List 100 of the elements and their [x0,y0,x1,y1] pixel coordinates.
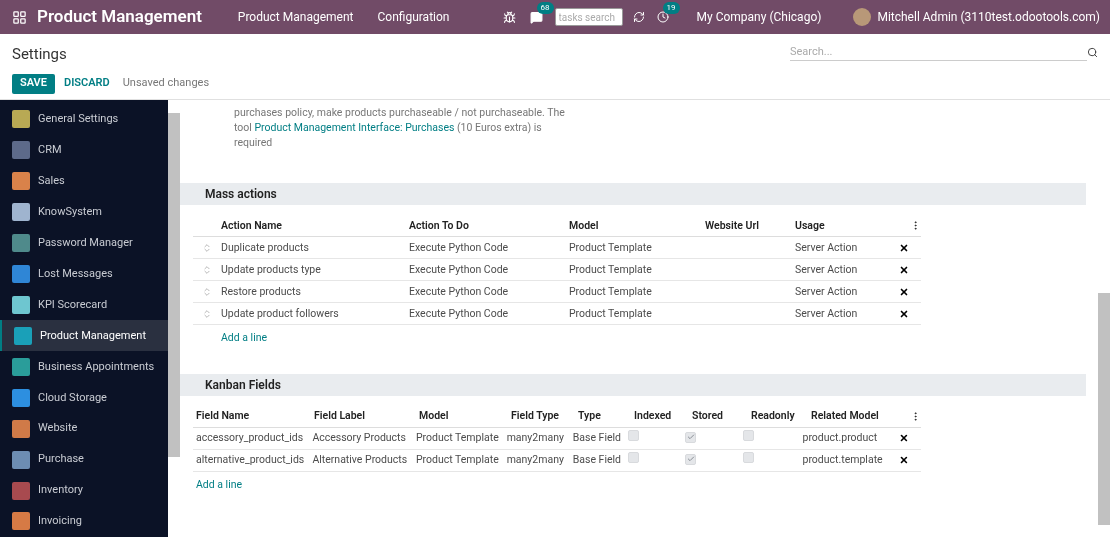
table-cell-text: Product Template [569,283,653,300]
checkbox[interactable] [743,430,755,442]
checkbox[interactable] [627,430,639,442]
sidebar-item[interactable]: Cloud Storage [0,382,168,414]
sidebar-item[interactable]: KPI Scorecard [0,289,168,321]
table-cell-text: Execute Python Code [409,261,510,278]
column-header[interactable]: Related Model [811,408,909,425]
sidebar-item[interactable]: KnowSystem [0,196,168,228]
discard-button[interactable]: DISCARD [54,73,119,94]
column-header[interactable]: Model [419,408,511,425]
status-text: Unsaved changes [122,75,210,92]
activity-badge: 19 [662,2,680,14]
column-header[interactable]: Action Name [221,217,409,234]
table-cell: accessory_product_ids [196,431,304,445]
company-name[interactable]: My Company (Chicago) [696,8,822,26]
table-cell-text: Product Template [569,239,653,256]
notification-badge: 68 [536,1,554,14]
delete-icon[interactable] [899,286,909,297]
section-header: Mass actions [180,183,1086,205]
check-icon [686,455,695,464]
table-cell-text: Server Action [795,239,859,256]
table-cell: Accessory Products [312,431,406,445]
column-header[interactable]: Website Url [705,217,795,234]
refresh-icon[interactable] [632,11,645,23]
column-header[interactable]: Usage [795,217,895,234]
sidebar-item[interactable]: Product Management [0,320,168,352]
sidebar-item[interactable]: Lost Messages [0,258,168,290]
sidebar-item[interactable]: Invoicing [0,506,168,537]
table-cell: alternative_product_ids [196,453,305,467]
drag-handle-icon[interactable] [202,242,212,253]
table-cell-text: Update products type [221,261,322,278]
search-icon[interactable] [1087,46,1098,58]
search-field[interactable]: Search... [790,43,1087,61]
table-cell: Base Field [572,453,621,467]
table-cell-text: Restore products [221,283,302,300]
table-cell: Base Field [572,431,621,445]
apps-menu-icon[interactable] [12,9,27,25]
column-header[interactable]: Field Label [314,408,419,425]
checkbox[interactable] [685,453,697,465]
sidebar-item[interactable]: Business Appointments [0,351,168,383]
delete-icon[interactable] [899,264,909,275]
sidebar-item[interactable]: Inventory [0,475,168,506]
sidebar-item[interactable]: Sales [0,165,168,197]
app-title[interactable]: Product Management [37,4,202,30]
table-cell-text: Server Action [795,305,859,322]
tool-link[interactable]: Product Management Interface: Purchases [254,121,455,134]
delete-icon[interactable] [899,455,909,466]
table-cell-text: Server Action [795,261,859,278]
sidebar-item[interactable]: Website [0,413,168,445]
delete-icon[interactable] [899,242,909,253]
avatar[interactable] [853,8,872,26]
description-text: purchases policy, make products purchaseable / not purchaseable. The tool Product Management Interface: Purchases (10 Euros extra) is required [234,105,566,150]
table-cell-text: Duplicate products [221,239,310,256]
table-cell: product.template [802,453,883,467]
section-header: Kanban Fields [180,373,1086,396]
table-cell: Alternative Products [312,453,408,467]
table-cell-text: Execute Python Code [409,239,510,256]
drag-handle-icon[interactable] [202,286,212,297]
table-cell-text: Update product followers [221,305,340,322]
table-cell-text: Execute Python Code [409,305,510,322]
save-button[interactable]: SAVE [12,73,55,94]
table-cell-text: Product Template [569,261,653,278]
sidebar-item[interactable]: General Settings [0,104,168,135]
table-cell-text: Execute Python Code [409,283,510,300]
table-cell: Product Template [415,453,499,467]
check-icon [686,433,695,442]
checkbox[interactable] [627,452,639,464]
bug-icon[interactable] [502,10,516,24]
table-cell: product.product [802,431,878,445]
column-header[interactable]: Readonly [751,408,811,425]
delete-icon[interactable] [899,433,909,444]
add-line-link[interactable]: Add a line [196,476,243,493]
column-header[interactable]: Model [569,217,705,234]
column-header[interactable]: Field Type [511,408,578,425]
column-header[interactable]: Stored [692,408,751,425]
checkbox[interactable] [743,452,755,464]
add-line-link[interactable]: Add a line [221,330,268,346]
delete-icon[interactable] [899,308,909,319]
page-title: Settings [12,44,68,65]
sidebar-item[interactable]: CRM [0,134,168,166]
table-cell-text: Product Template [569,305,653,322]
table-cell: many2many [506,431,564,445]
chat-icon[interactable] [529,10,543,24]
drag-handle-icon[interactable] [202,308,212,319]
search-field[interactable]: tasks search [554,8,623,26]
table-cell-text: Server Action [795,283,859,300]
table-cell: many2many [506,453,564,467]
menu-item[interactable]: Configuration [365,8,462,26]
sidebar-item[interactable]: Purchase [0,444,168,476]
table-cell: Product Template [415,431,499,445]
sidebar-item[interactable]: Password Manager [0,227,168,259]
column-header[interactable]: Field Name [196,408,314,425]
column-header[interactable]: Action To Do [409,217,569,234]
drag-handle-icon[interactable] [202,264,212,275]
checkbox[interactable] [685,431,697,443]
user-name[interactable]: Mitchell Admin (3110test.odootools.com) [877,8,1100,26]
clock-icon[interactable] [656,11,669,23]
menu-item[interactable]: Product Management [225,8,366,26]
column-header[interactable]: Type [578,408,634,425]
column-header[interactable]: Indexed [634,408,692,425]
